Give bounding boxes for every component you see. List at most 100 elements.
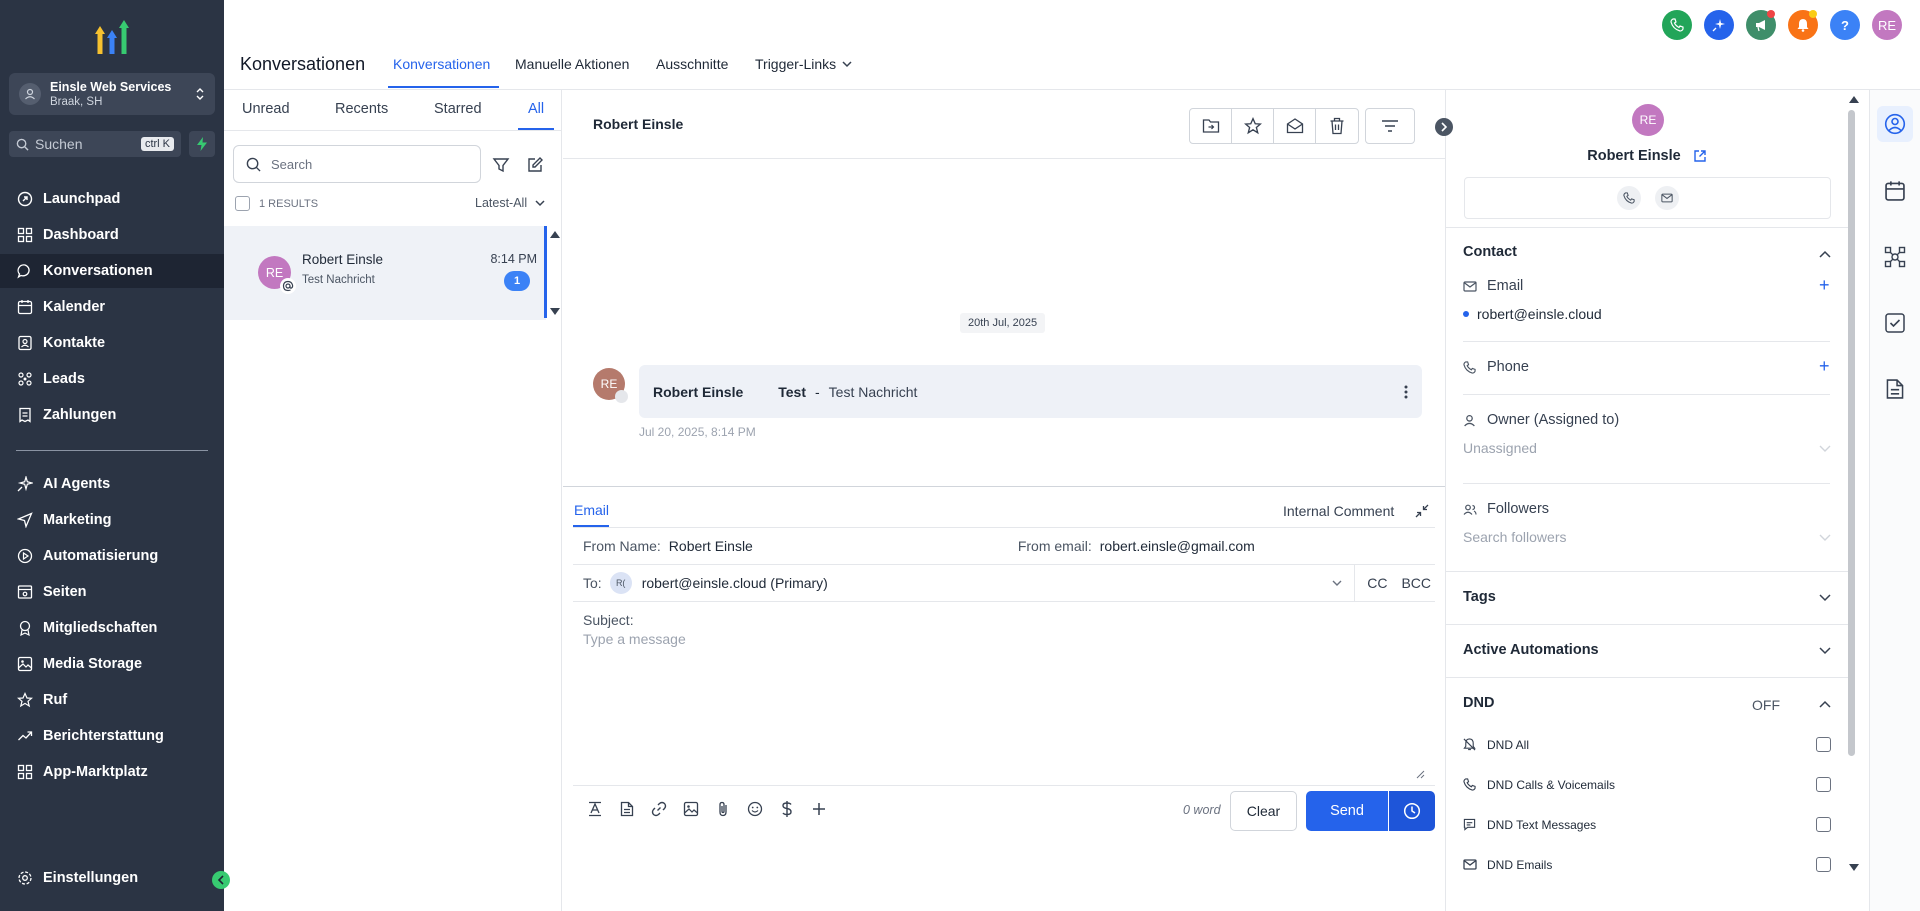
owner-select[interactable]: Unassigned xyxy=(1463,440,1537,456)
sidebar-item-konversationen[interactable]: Konversationen xyxy=(0,254,224,288)
ai-assistant-button[interactable] xyxy=(1704,10,1734,40)
contact-scroll-down-arrow[interactable] xyxy=(1849,864,1859,871)
text-format-button[interactable] xyxy=(579,793,611,825)
message-textarea[interactable]: Type a message xyxy=(583,631,686,647)
chevron-down-icon[interactable] xyxy=(1819,445,1831,453)
conversation-item[interactable]: RE Robert Einsle Test Nachricht 8:14 PM … xyxy=(224,226,546,320)
user-avatar[interactable]: RE xyxy=(1872,10,1902,40)
tab-unread[interactable]: Unread xyxy=(242,101,290,117)
select-all-checkbox[interactable] xyxy=(235,196,250,211)
thread-filter-button[interactable] xyxy=(1365,108,1415,144)
tab-ausschnitte[interactable]: Ausschnitte xyxy=(656,56,728,72)
bcc-button[interactable]: BCC xyxy=(1401,575,1431,591)
chevron-up-icon[interactable] xyxy=(1819,250,1831,258)
rail-contact-button[interactable] xyxy=(1877,106,1913,142)
delete-button[interactable] xyxy=(1316,109,1358,143)
payment-link-button[interactable] xyxy=(771,793,803,825)
composer-tab-email[interactable]: Email xyxy=(574,502,609,518)
sidebar-item-ruf[interactable]: Ruf xyxy=(0,683,224,717)
move-to-folder-button[interactable] xyxy=(1190,109,1232,143)
dnd-section-header[interactable]: DND xyxy=(1463,695,1494,711)
announcements-button[interactable] xyxy=(1746,10,1776,40)
sidebar-item-media-storage[interactable]: Media Storage xyxy=(0,647,224,681)
phone-button[interactable] xyxy=(1662,10,1692,40)
sidebar-item-kalender[interactable]: Kalender xyxy=(0,290,224,324)
tab-manuelle-aktionen[interactable]: Manuelle Aktionen xyxy=(515,56,629,72)
quick-action-button[interactable] xyxy=(189,131,215,157)
compose-icon[interactable] xyxy=(526,156,544,174)
sidebar-item-mitgliedschaften[interactable]: Mitgliedschaften xyxy=(0,611,224,645)
dnd-text-checkbox[interactable] xyxy=(1816,817,1831,832)
attach-file-button[interactable] xyxy=(707,793,739,825)
contact-scrollbar[interactable] xyxy=(1848,110,1855,756)
sidebar-item-dashboard[interactable]: Dashboard xyxy=(0,218,224,252)
chevron-down-icon[interactable] xyxy=(1819,647,1831,655)
chevron-down-icon[interactable] xyxy=(1819,534,1831,542)
emoji-button[interactable] xyxy=(739,793,771,825)
chevron-down-icon[interactable] xyxy=(1819,594,1831,602)
sidebar-item-zahlungen[interactable]: Zahlungen xyxy=(0,398,224,432)
resize-handle-icon[interactable] xyxy=(1416,770,1425,779)
active-automations-section-header[interactable]: Active Automations xyxy=(1463,642,1599,658)
star-button[interactable] xyxy=(1232,109,1274,143)
sidebar-item-berichterstattung[interactable]: Berichterstattung xyxy=(0,719,224,753)
scroll-up-arrow[interactable] xyxy=(550,231,560,238)
insert-image-button[interactable] xyxy=(675,793,707,825)
composer-tab-internal-comment[interactable]: Internal Comment xyxy=(1283,503,1394,519)
add-email-button[interactable]: + xyxy=(1819,275,1830,296)
conversation-search-input[interactable]: Search xyxy=(233,145,481,183)
sidebar-item-leads[interactable]: Leads xyxy=(0,362,224,396)
rail-tasks-button[interactable] xyxy=(1877,305,1913,341)
tab-konversationen[interactable]: Konversationen xyxy=(393,56,490,72)
rail-calendar-button[interactable] xyxy=(1877,173,1913,209)
dnd-emails-checkbox[interactable] xyxy=(1816,857,1831,872)
contact-scroll-up-arrow[interactable] xyxy=(1849,96,1859,103)
tab-recents[interactable]: Recents xyxy=(335,101,388,117)
mark-read-button[interactable] xyxy=(1274,109,1316,143)
more-options-button[interactable] xyxy=(803,793,835,825)
insert-link-button[interactable] xyxy=(643,793,675,825)
scroll-down-arrow[interactable] xyxy=(550,308,560,315)
filter-icon[interactable] xyxy=(492,156,510,174)
sort-dropdown[interactable]: Latest-All xyxy=(475,196,545,210)
chevron-down-icon[interactable] xyxy=(1332,580,1342,587)
sidebar-item-ai-agents[interactable]: AI Agents xyxy=(0,467,224,501)
contact-email[interactable]: robert@einsle.cloud xyxy=(1463,306,1602,322)
subject-row[interactable]: Subject: xyxy=(573,601,1435,638)
add-phone-button[interactable]: + xyxy=(1819,356,1830,377)
send-button[interactable]: Send xyxy=(1306,791,1388,831)
to-recipient-select[interactable]: robert@einsle.cloud (Primary) xyxy=(642,575,828,591)
account-switcher[interactable]: Einsle Web Services Braak, SH xyxy=(9,73,215,115)
email-contact-button[interactable] xyxy=(1654,186,1679,210)
tab-trigger-links[interactable]: Trigger-Links xyxy=(755,56,852,72)
sidebar-item-launchpad[interactable]: Launchpad xyxy=(0,182,224,216)
rail-opportunities-button[interactable] xyxy=(1877,239,1913,275)
message-bubble[interactable]: Robert Einsle Test - Test Nachricht xyxy=(639,365,1422,418)
from-email-value[interactable]: robert.einsle@gmail.com xyxy=(1100,538,1255,554)
tab-starred[interactable]: Starred xyxy=(434,101,482,117)
clear-button[interactable]: Clear xyxy=(1230,791,1297,831)
contact-section-header[interactable]: Contact xyxy=(1463,244,1517,260)
sidebar-item-einstellungen[interactable]: Einstellungen xyxy=(0,861,224,895)
sidebar-item-app-marktplatz[interactable]: App-Marktplatz xyxy=(0,755,224,789)
sidebar-item-automatisierung[interactable]: Automatisierung xyxy=(0,539,224,573)
collapse-composer-icon[interactable] xyxy=(1415,504,1429,518)
help-button[interactable]: ? xyxy=(1830,10,1860,40)
panel-toggle-button[interactable] xyxy=(1435,118,1453,136)
dnd-all-checkbox[interactable] xyxy=(1816,737,1831,752)
notifications-button[interactable] xyxy=(1788,10,1818,40)
more-vertical-icon[interactable] xyxy=(1404,385,1408,399)
external-link-icon[interactable] xyxy=(1693,149,1707,163)
from-name-value[interactable]: Robert Einsle xyxy=(669,538,753,554)
sidebar-item-marketing[interactable]: Marketing xyxy=(0,503,224,537)
cc-button[interactable]: CC xyxy=(1367,575,1387,591)
schedule-send-button[interactable] xyxy=(1389,791,1435,831)
chevron-up-icon[interactable] xyxy=(1819,700,1831,708)
tags-section-header[interactable]: Tags xyxy=(1463,589,1496,605)
template-button[interactable] xyxy=(611,793,643,825)
sidebar-item-kontakte[interactable]: Kontakte xyxy=(0,326,224,360)
call-contact-button[interactable] xyxy=(1616,186,1641,210)
sidebar-search[interactable]: Suchen ctrl K xyxy=(9,131,181,157)
followers-search-input[interactable]: Search followers xyxy=(1463,529,1567,545)
sidebar-item-seiten[interactable]: Seiten xyxy=(0,575,224,609)
